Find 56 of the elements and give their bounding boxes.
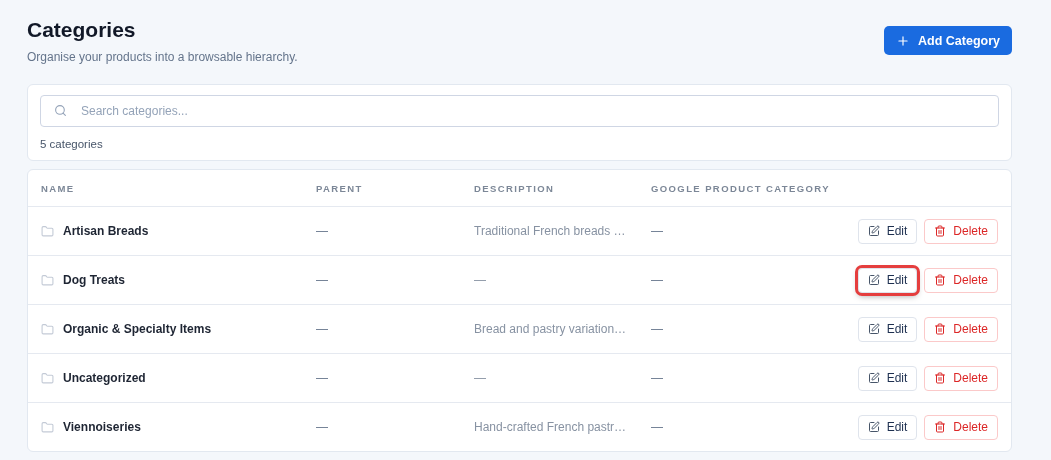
parent-cell-text: — (316, 224, 329, 238)
edit-button[interactable]: Edit (857, 218, 918, 244)
parent-cell-text: — (316, 371, 329, 385)
page-subtitle: Organise your products into a browsable hierarchy. (27, 50, 298, 64)
category-name: Artisan Breads (63, 224, 149, 238)
trash-icon (934, 421, 947, 433)
google-category-cell-text: — (651, 420, 664, 434)
edit-button[interactable]: Edit (857, 414, 918, 440)
description-cell-text: Hand-crafted French pastr… (474, 420, 628, 434)
trash-icon (934, 372, 947, 384)
folder-icon (41, 420, 54, 434)
folder-icon (41, 224, 54, 238)
description-cell-text: Traditional French breads … (474, 224, 627, 238)
column-header: NAME (41, 182, 76, 194)
delete-button[interactable]: Delete (924, 267, 998, 293)
trash-icon (934, 225, 947, 237)
trash-icon (934, 274, 947, 286)
folder-icon (41, 371, 54, 385)
google-category-cell-text: — (651, 371, 664, 385)
delete-button[interactable]: Delete (924, 316, 998, 342)
pencil-icon (867, 323, 880, 335)
delete-button[interactable]: Delete (924, 365, 998, 391)
category-name: Organic & Specialty Items (63, 322, 212, 336)
folder-icon (41, 273, 54, 287)
search-field[interactable]: Search categories... (40, 95, 999, 127)
search-icon (54, 104, 67, 117)
delete-button[interactable]: Delete (924, 414, 998, 440)
trash-icon (934, 323, 947, 335)
google-category-cell-text: — (651, 224, 664, 238)
column-header: GOOGLE PRODUCT CATEGORY (651, 182, 831, 194)
folder-icon (41, 322, 54, 336)
pencil-icon (867, 225, 880, 237)
pencil-icon (867, 421, 880, 433)
parent-cell-text: — (316, 322, 329, 336)
delete-button[interactable]: Delete (924, 218, 998, 244)
parent-cell-text: — (316, 420, 329, 434)
category-name: Uncategorized (63, 371, 146, 385)
google-category-cell-text: — (651, 273, 664, 287)
category-name: Dog Treats (63, 273, 125, 287)
pencil-icon (867, 274, 880, 286)
description-cell-text: — (474, 371, 487, 385)
column-header: PARENT (316, 182, 364, 194)
page-title: Categories (27, 18, 137, 42)
parent-cell-text: — (316, 273, 329, 287)
add-category-button[interactable]: Add Category (884, 26, 1012, 55)
google-category-cell-text: — (651, 322, 664, 336)
edit-button[interactable]: Edit (857, 316, 918, 342)
description-cell-text: — (474, 273, 487, 287)
category-name: Viennoiseries (63, 420, 141, 434)
edit-button[interactable]: Edit (857, 267, 918, 293)
edit-button[interactable]: Edit (857, 365, 918, 391)
category-count: 5 categories (40, 138, 104, 150)
pencil-icon (867, 372, 880, 384)
column-header: DESCRIPTION (474, 182, 556, 194)
plus-icon (896, 33, 911, 48)
description-cell-text: Bread and pastry variation… (474, 322, 628, 336)
